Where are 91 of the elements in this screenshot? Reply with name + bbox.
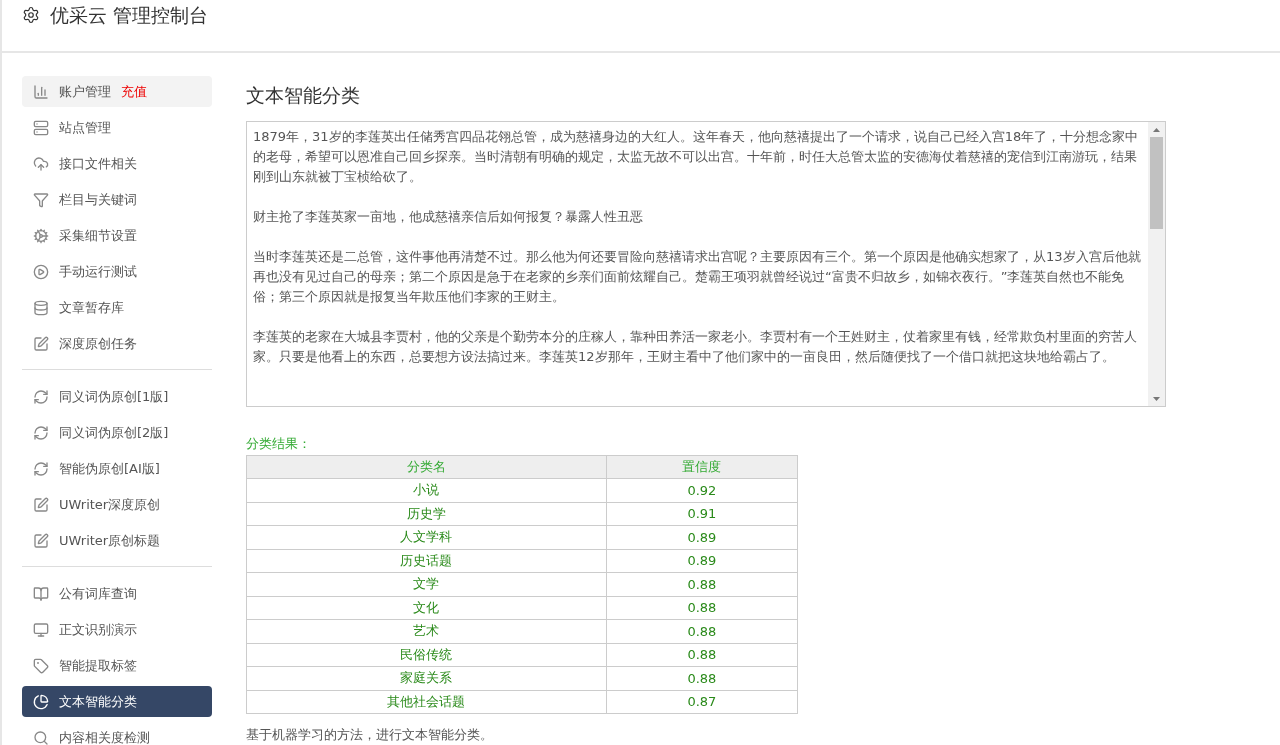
sidebar-item[interactable]: 智能伪原创[AI版] bbox=[22, 453, 212, 484]
refresh-icon bbox=[33, 460, 49, 477]
description-text: 基于机器学习的方法，进行文本智能分类。 bbox=[246, 726, 494, 744]
table-cell: 家庭关系 bbox=[246, 666, 607, 690]
refresh-icon bbox=[33, 424, 49, 441]
article-paragraph: 李莲英的老家在大城县李贾村，他的父亲是个勤劳本分的庄稼人，靠种田养活一家老小。李贾村有一个王姓财主，仗着家里有钱，经常欺负村里面的穷苦人家。只要是他看上的东西，总要想方设法搞过来。李莲英12岁那年，王财主看中了他们家中的一亩良田，然后随便找了一个借口就把这块地给霸占了。 bbox=[253, 328, 1138, 366]
pie-chart-icon bbox=[33, 693, 49, 710]
table-cell: 历史话题 bbox=[246, 549, 607, 573]
sidebar-item[interactable]: 栏目与关键词 bbox=[22, 184, 212, 215]
sidebar-label: UWriter深度原创 bbox=[59, 495, 161, 514]
table-cell: 0.92 bbox=[606, 478, 798, 502]
bar-chart-icon bbox=[33, 83, 49, 100]
table-cell: 文学 bbox=[246, 572, 607, 596]
sidebar-item[interactable]: 同义词伪原创[2版] bbox=[22, 417, 212, 448]
sidebar-label: 公有词库查询 bbox=[59, 584, 137, 603]
server-icon bbox=[33, 119, 49, 136]
sidebar-item[interactable]: 手动运行测试 bbox=[22, 256, 212, 287]
sidebar-label: 文本智能分类 bbox=[59, 692, 137, 711]
sidebar-item[interactable]: 文章暂存库 bbox=[22, 292, 212, 323]
table-cell: 0.88 bbox=[606, 643, 798, 667]
sidebar-label: 深度原创任务 bbox=[59, 334, 137, 353]
sidebar-item[interactable]: 公有词库查询 bbox=[22, 578, 212, 609]
table-cell: 文化 bbox=[246, 596, 607, 620]
sidebar-label: 文章暂存库 bbox=[59, 298, 124, 317]
table-cell: 人文学科 bbox=[246, 525, 607, 549]
article-paragraph: 当时李莲英还是二总管，这件事他再清楚不过。那么他为何还要冒险向慈禧请求出宫呢？主要原因有三个。第一个原因是他确实想家了，从13岁入宫后他就再也没有见过自己的母亲；第二个原因是急于在老家的乡亲们面前炫耀自己。楚霸王项羽就曾经说过“富贵不归故乡，如锦衣夜行。”李莲英自然也不能免俗；第三个原因就是报复当年欺压他们李家的王财主。 bbox=[253, 248, 1142, 306]
monitor-icon bbox=[33, 621, 49, 638]
sidebar-label: 手动运行测试 bbox=[59, 262, 137, 281]
sidebar-label: 正文识别演示 bbox=[59, 620, 137, 639]
tag-icon bbox=[33, 657, 49, 674]
sidebar-label: 账户管理 bbox=[59, 82, 111, 101]
table-cell: 其他社会话题 bbox=[246, 690, 607, 714]
table-cell: 0.87 bbox=[606, 690, 798, 714]
refresh-icon bbox=[33, 388, 49, 405]
sidebar-label: 栏目与关键词 bbox=[59, 190, 137, 209]
table-cell: 0.88 bbox=[606, 596, 798, 620]
scrollbar-thumb[interactable] bbox=[1150, 137, 1163, 229]
edit-icon bbox=[33, 532, 49, 549]
sidebar-item[interactable]: UWriter深度原创 bbox=[22, 489, 212, 520]
table-cell: 0.89 bbox=[606, 525, 798, 549]
sidebar-item[interactable]: 内容相关度检测 bbox=[22, 722, 212, 745]
scroll-down-icon bbox=[1153, 396, 1160, 401]
sidebar-label: UWriter原创标题 bbox=[59, 531, 161, 550]
sidebar-label: 同义词伪原创[2版] bbox=[59, 423, 169, 442]
cloud-upload-icon bbox=[33, 155, 49, 172]
sidebar-item[interactable]: 文本智能分类 bbox=[22, 686, 212, 717]
settings-icon bbox=[22, 6, 40, 24]
edit-icon bbox=[33, 496, 49, 513]
result-label: 分类结果： bbox=[246, 435, 312, 453]
console-title: 优采云 管理控制台 bbox=[50, 4, 209, 26]
table-cell: 0.88 bbox=[606, 572, 798, 596]
sidebar-label: 内容相关度检测 bbox=[59, 728, 150, 745]
column-header: 分类名 bbox=[246, 455, 607, 479]
table-cell: 小说 bbox=[246, 478, 607, 502]
search-icon bbox=[33, 729, 49, 745]
sidebar-label: 智能提取标签 bbox=[59, 656, 137, 675]
table-cell: 历史学 bbox=[246, 502, 607, 526]
table-cell: 0.91 bbox=[606, 502, 798, 526]
scrollbar[interactable] bbox=[1148, 122, 1165, 406]
table-cell: 0.88 bbox=[606, 619, 798, 643]
sidebar-item[interactable]: UWriter原创标题 bbox=[22, 525, 212, 556]
table-cell: 民俗传统 bbox=[246, 643, 607, 667]
sidebar-item[interactable]: 采集细节设置 bbox=[22, 220, 212, 251]
play-icon bbox=[33, 263, 49, 280]
book-icon bbox=[33, 585, 49, 602]
page-title: 文本智能分类 bbox=[246, 83, 361, 108]
table-cell: 0.89 bbox=[606, 549, 798, 573]
sidebar-item[interactable]: 智能提取标签 bbox=[22, 650, 212, 681]
column-header: 置信度 bbox=[606, 455, 798, 479]
sidebar-label: 站点管理 bbox=[59, 118, 111, 137]
article-paragraph: 财主抢了李莲英家一亩地，他成慈禧亲信后如何报复？暴露人性丑恶 bbox=[253, 208, 644, 226]
sidebar-item[interactable]: 正文识别演示 bbox=[22, 614, 212, 645]
sidebar-label: 采集细节设置 bbox=[59, 226, 137, 245]
database-icon bbox=[33, 299, 49, 316]
edit-icon bbox=[33, 335, 49, 352]
article-paragraph: 1879年，31岁的李莲英出任储秀宫四品花翎总管，成为慈禧身边的大红人。这年春天，他向慈禧提出了一个请求，说自己已经入宫18年了，十分想念家中的老母，希望可以恩准自己回乡探亲。当时清朝有明确的规定，太监无故不可以出宫。十年前，时任大总管太监的安德海仗着慈禧的宠信到江南游玩，结果刚到山东就被丁宝桢给砍了。 bbox=[253, 128, 1140, 186]
sidebar-label: 同义词伪原创[1版] bbox=[59, 387, 169, 406]
article-text-field[interactable] bbox=[246, 121, 1166, 407]
sidebar-item[interactable]: 站点管理 bbox=[22, 112, 212, 143]
scroll-up-icon bbox=[1153, 127, 1160, 132]
recharge-link[interactable]: 充值 bbox=[121, 82, 147, 101]
sidebar-item[interactable]: 账户管理 充值 bbox=[22, 76, 212, 107]
filter-icon bbox=[33, 191, 49, 208]
gear-icon bbox=[33, 227, 49, 244]
sidebar-label: 接口文件相关 bbox=[59, 154, 137, 173]
sidebar-label: 智能伪原创[AI版] bbox=[59, 459, 160, 478]
sidebar-item[interactable]: 接口文件相关 bbox=[22, 148, 212, 179]
table-cell: 艺术 bbox=[246, 619, 607, 643]
sidebar-item[interactable]: 深度原创任务 bbox=[22, 328, 212, 359]
table-cell: 0.88 bbox=[606, 666, 798, 690]
sidebar-item[interactable]: 同义词伪原创[1版] bbox=[22, 381, 212, 412]
